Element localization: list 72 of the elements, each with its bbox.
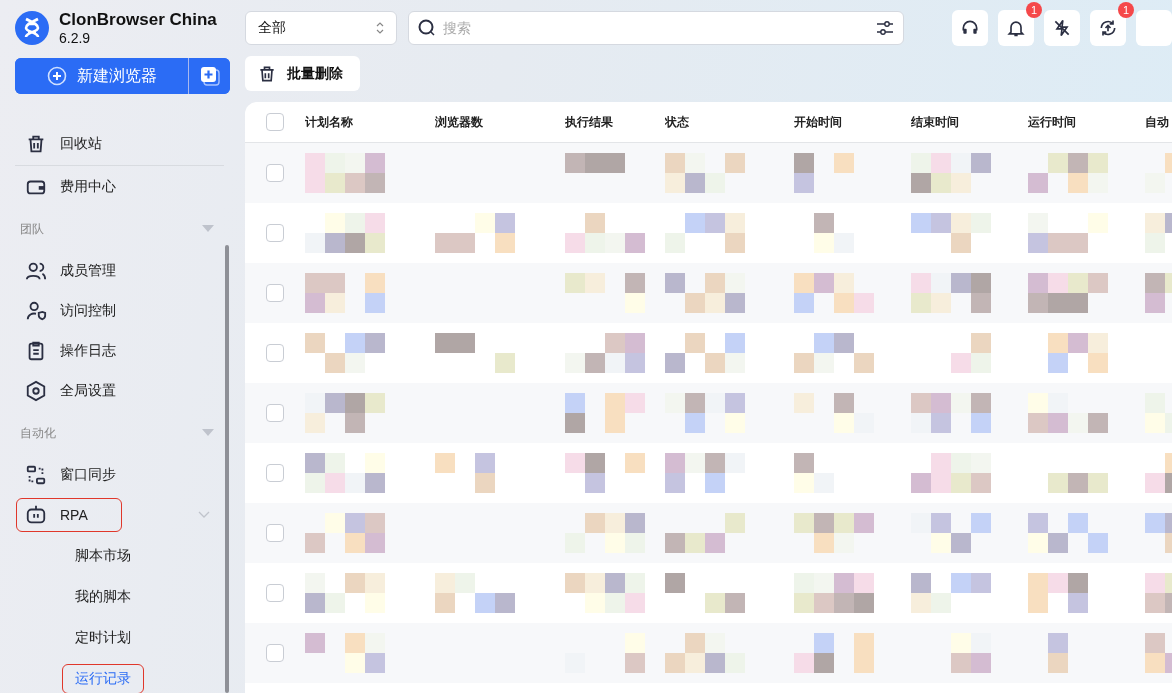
notification-badge: 1	[1118, 2, 1134, 18]
sort-arrows-icon	[376, 22, 385, 34]
sidebar-item[interactable]: 操作日志	[15, 331, 224, 371]
toolbar-button[interactable]	[998, 10, 1034, 46]
sidebar-subitem[interactable]: 定时计划	[63, 623, 143, 652]
sidebar-item[interactable]: 访问控制	[15, 291, 224, 331]
notification-badge: 1	[1026, 2, 1042, 18]
pixelated-content-drawing	[435, 453, 495, 493]
column-header[interactable]: 开始时间	[794, 113, 911, 131]
column-header[interactable]: 执行结果	[565, 113, 665, 131]
windows-icon	[25, 464, 47, 486]
pixelated-content-drawing	[794, 453, 834, 493]
pixelated-content-drawing	[794, 153, 854, 193]
batch-delete-button[interactable]: 批量删除	[245, 56, 360, 91]
sidebar-item[interactable]: 成员管理	[15, 251, 224, 291]
section-label: 自动化	[20, 424, 56, 442]
sidebar-subitem[interactable]: 运行记录	[63, 664, 143, 693]
new-browser-button[interactable]: 新建浏览器	[15, 58, 189, 94]
row-checkbox[interactable]	[266, 164, 284, 182]
pixelated-content-drawing	[814, 213, 854, 253]
sidebar-item[interactable]: 回收站	[15, 124, 224, 164]
row-checkbox[interactable]	[266, 584, 284, 602]
pixelated-content-drawing	[1028, 573, 1088, 613]
pixelated-content-drawing	[951, 333, 991, 373]
toolbar-button[interactable]	[1044, 10, 1080, 46]
triangle-icon	[202, 225, 214, 233]
column-header[interactable]: 计划名称	[305, 113, 435, 131]
row-checkbox[interactable]	[266, 464, 284, 482]
select-all-checkbox[interactable]	[266, 113, 284, 131]
search-icon	[418, 19, 437, 37]
triangle-icon	[202, 429, 214, 437]
filter-dropdown[interactable]: 全部	[245, 11, 398, 45]
toolbar-button[interactable]	[952, 10, 988, 46]
flash-off-icon	[1052, 18, 1072, 38]
robot-icon	[25, 504, 47, 526]
bell-icon	[1006, 18, 1026, 38]
sidebar-item[interactable]: RPA	[17, 499, 121, 531]
filter-sliders-icon[interactable]	[876, 19, 894, 37]
pixelated-content-drawing	[1048, 473, 1108, 493]
search-field[interactable]: 搜索	[408, 11, 904, 45]
users-icon	[25, 260, 47, 282]
logo-icon	[15, 11, 49, 45]
column-header[interactable]: 浏览器数	[435, 113, 565, 131]
scrollbar[interactable]	[225, 245, 229, 693]
sidebar-subitem[interactable]: 我的脚本	[63, 582, 143, 611]
toolbar-button[interactable]	[1090, 10, 1126, 46]
pixelated-content-drawing	[1048, 333, 1108, 373]
row-checkbox[interactable]	[266, 524, 284, 542]
plus-circle-icon	[46, 66, 67, 86]
row-checkbox[interactable]	[266, 404, 284, 422]
pixelated-content-drawing	[565, 153, 625, 173]
column-header[interactable]: 结束时间	[911, 113, 1028, 131]
sidebar-item[interactable]: 窗口同步	[15, 455, 224, 495]
column-header[interactable]: 运行时间	[1028, 113, 1145, 131]
sidebar-item[interactable]: 全局设置	[15, 371, 224, 411]
column-header[interactable]: 状态	[665, 113, 794, 131]
sidebar-subitem[interactable]: 脚本市场	[63, 541, 143, 570]
app-title: ClonBrowser China	[59, 10, 217, 30]
user-shield-icon	[25, 300, 47, 322]
sidebar-item[interactable]: 费用中心	[15, 167, 224, 207]
pixelated-content-drawing	[1048, 633, 1068, 673]
row-checkbox[interactable]	[266, 344, 284, 362]
pixelated-content-drawing	[951, 633, 991, 673]
app-version: 6.2.9	[59, 30, 92, 46]
row-checkbox[interactable]	[266, 284, 284, 302]
row-checkbox[interactable]	[266, 224, 284, 242]
column-header[interactable]: 自动	[1145, 113, 1172, 131]
stacked-plus-icon	[199, 66, 220, 86]
row-checkbox[interactable]	[266, 644, 284, 662]
hexagon-icon	[25, 380, 47, 402]
sync-icon	[1098, 18, 1118, 38]
section-label: 团队	[20, 220, 44, 238]
